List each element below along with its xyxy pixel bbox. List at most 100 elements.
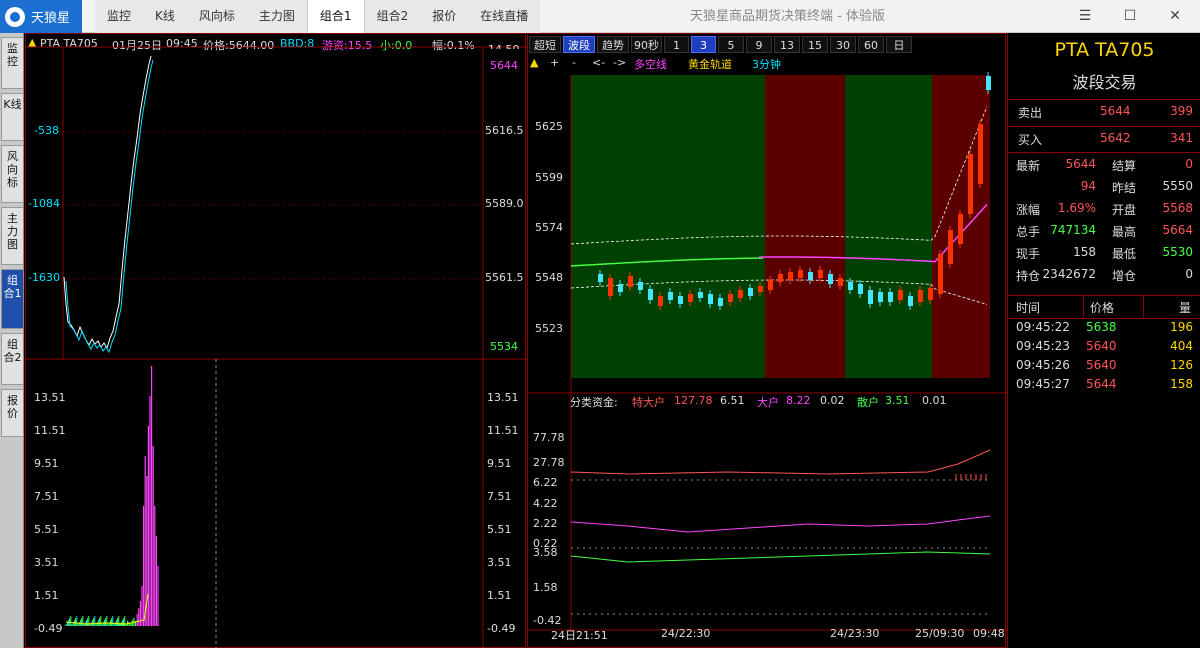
period-button-1[interactable]: 波段	[563, 36, 595, 53]
indicator-duokong: 多空线	[634, 58, 667, 71]
candle-body	[608, 278, 613, 296]
volume-scale-left-7: -0.49	[34, 622, 63, 635]
tab-combo2[interactable]: 组合2	[365, 0, 421, 33]
series-dahu-line	[570, 515, 991, 533]
candle-body	[928, 288, 933, 300]
quote-row-value1: 158	[1073, 245, 1096, 259]
quote-row-label1: 最新	[1016, 159, 1041, 173]
price-top-label: 5644	[490, 59, 518, 72]
candle-body	[948, 230, 953, 264]
side-tab-quote[interactable]: 报价	[1, 389, 23, 437]
scroll-right-button[interactable]: ->	[613, 56, 626, 69]
candle-body	[718, 298, 723, 306]
period-button-5[interactable]: 3	[691, 36, 716, 53]
period-button-12[interactable]: 日	[886, 36, 912, 53]
quote-row-value2: 5568	[1162, 201, 1193, 215]
period-button-3[interactable]: 90秒	[631, 36, 662, 53]
kline-price-2: 5574	[535, 221, 563, 234]
candle-body	[698, 292, 703, 298]
maximize-icon[interactable]: ☐	[1117, 0, 1143, 33]
side-tab-monitor[interactable]: 监控	[1, 37, 23, 89]
zoom-in-button[interactable]: +	[550, 56, 559, 69]
price-bottom-label: 5534	[490, 340, 518, 353]
series-tedahu-name: 特大户	[632, 396, 665, 409]
candle-body	[598, 274, 603, 282]
tab-kline[interactable]: K线	[143, 0, 187, 33]
side-tab-main-force[interactable]: 主力图	[1, 207, 23, 265]
close-icon[interactable]: ✕	[1162, 0, 1188, 33]
quote-row-label1: 持仓	[1016, 269, 1041, 283]
tab-wind-vane[interactable]: 风向标	[187, 0, 247, 33]
volume-scale-left-1: 11.51	[34, 424, 66, 437]
period-button-9[interactable]: 15	[802, 36, 828, 53]
quote-row-value2: 0	[1185, 157, 1193, 171]
buy-label: 买入	[1018, 133, 1043, 147]
ticks-header: 时间 价格 量	[1008, 296, 1200, 318]
lower-axis-0: 77.78	[533, 431, 565, 444]
volume-scale-left-0: 13.51	[34, 391, 66, 404]
tab-combo1[interactable]: 组合1	[306, 0, 365, 33]
tool-flag-icon[interactable]: ▲	[530, 56, 538, 69]
period-button-6[interactable]: 5	[718, 36, 744, 53]
series-tedahu-value2: 6.51	[720, 394, 745, 407]
left-scale-2: -1630	[28, 271, 60, 284]
period-button-7[interactable]: 9	[746, 36, 772, 53]
volume-scale-right-7: -0.49	[487, 622, 516, 635]
ticks-header-price: 价格	[1090, 301, 1115, 315]
period-button-0[interactable]: 超短	[529, 36, 561, 53]
side-tab-kline[interactable]: K线	[1, 93, 23, 141]
quote-row-label2: 昨结	[1112, 181, 1137, 195]
lower-axis-3: 4.22	[533, 497, 558, 510]
tick-volume: 126	[1170, 358, 1193, 372]
time-axis-4: 09:48	[973, 627, 1005, 640]
period-button-4[interactable]: 1	[664, 36, 689, 53]
sell-price: 5644	[1100, 104, 1131, 118]
tick-time: 09:45:22	[1016, 320, 1070, 334]
tick-volume: 404	[1170, 339, 1193, 353]
quote-subtitle: 波段交易	[1072, 73, 1137, 92]
series-sanhu-value: 3.51	[885, 394, 910, 407]
side-tab-combo1[interactable]: 组合1	[1, 269, 23, 329]
candle-body	[978, 124, 983, 184]
candle-body	[788, 272, 793, 280]
period-button-11[interactable]: 60	[858, 36, 884, 53]
average-line	[65, 59, 154, 354]
candle-body	[958, 214, 963, 244]
candle-body	[738, 290, 743, 298]
side-tab-combo2[interactable]: 组合2	[1, 333, 23, 385]
tab-quote[interactable]: 报价	[420, 0, 468, 33]
time-axis-0: 24日21:51	[551, 629, 608, 642]
candle-body	[658, 296, 663, 306]
side-tab-wind-vane[interactable]: 风向标	[1, 145, 23, 203]
price-line	[63, 55, 152, 350]
tick-price: 5644	[1086, 377, 1117, 391]
right-scale-1: 5589.0	[485, 197, 524, 210]
period-button-10[interactable]: 30	[830, 36, 856, 53]
tab-main-force[interactable]: 主力图	[247, 0, 307, 33]
logo-text: 天狼星	[31, 11, 71, 26]
quote-row-value1: 94	[1080, 179, 1096, 193]
app-logo[interactable]: 天狼星	[0, 0, 82, 33]
tab-live[interactable]: 在线直播	[468, 0, 540, 33]
sell-volume: 399	[1170, 104, 1193, 118]
zoom-out-button[interactable]: -	[572, 56, 576, 69]
volume-scale-right-0: 13.51	[487, 391, 519, 404]
quote-row-value1: 2342672	[1042, 267, 1096, 281]
side-tabs: 监控 K线 风向标 主力图 组合1 组合2 报价	[0, 33, 24, 648]
menu-icon[interactable]: ☰	[1072, 0, 1098, 33]
period-button-2[interactable]: 趋势	[597, 36, 629, 53]
lower-axis-8: -0.42	[533, 614, 562, 627]
volume-scale-right-5: 3.51	[487, 556, 512, 569]
tab-monitor[interactable]: 监控	[95, 0, 143, 33]
main-tabs: 监控 K线 风向标 主力图 组合1 组合2 报价 在线直播	[95, 0, 541, 33]
period-button-8[interactable]: 13	[774, 36, 800, 53]
quote-row-value1: 747134	[1050, 223, 1096, 237]
right-scale-0: 5616.5	[485, 124, 524, 137]
quote-row-label2: 最高	[1112, 225, 1137, 239]
candle-body	[828, 274, 833, 284]
kline-price-0: 5625	[535, 120, 563, 133]
candle-body	[986, 76, 991, 90]
scroll-left-button[interactable]: <-	[592, 56, 605, 69]
zone-red-1	[765, 75, 845, 378]
candle-body	[968, 154, 973, 214]
